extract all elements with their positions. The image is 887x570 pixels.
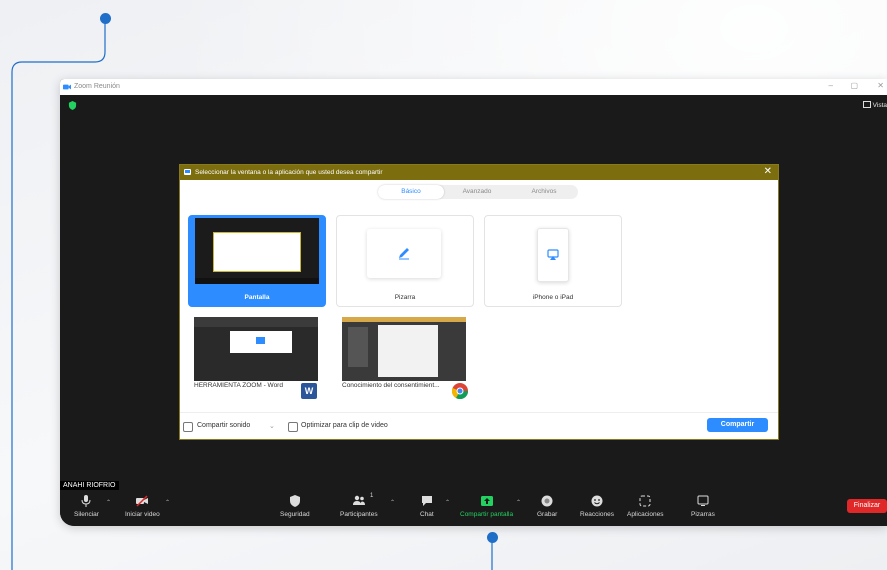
share-options-caret[interactable]: ⌃	[516, 499, 521, 506]
pen-icon	[399, 248, 409, 260]
chrome-page	[378, 325, 438, 377]
word-app-icon: W	[301, 383, 317, 399]
security-label: Seguridad	[280, 511, 310, 518]
participant-name-badge: ANAHI RIOFRIO	[60, 481, 119, 490]
airplay-icon	[547, 249, 559, 260]
share-tile-whiteboard[interactable]: Pizarra	[336, 215, 474, 307]
participants-label: Participantes	[340, 511, 378, 518]
encryption-shield-icon[interactable]	[68, 101, 77, 110]
zoom-logo-in-doc	[256, 337, 265, 344]
share-sound-checkbox[interactable]	[183, 422, 193, 432]
dialog-header: Seleccionar la ventana o la aplicación q…	[180, 165, 778, 180]
share-tile-iphone-ipad[interactable]: iPhone o iPad	[484, 215, 622, 307]
start-video-button[interactable]: Iniciar video	[125, 495, 160, 518]
screen-thumbnail	[195, 218, 319, 284]
participants-count: 1	[370, 493, 374, 499]
chrome-thumbnail	[342, 317, 466, 381]
window-titlebar: Zoom Reunión – ▢ ✕	[60, 79, 887, 95]
video-off-icon	[136, 495, 149, 507]
share-screen-icon	[480, 496, 493, 506]
end-meeting-button[interactable]: Finalizar	[847, 499, 887, 513]
meeting-toolbar: Silenciar ⌃ Iniciar video ⌃ Seguridad Pa…	[60, 490, 887, 526]
minimize-button[interactable]: –	[829, 81, 833, 90]
reactions-button[interactable]: Reacciones	[580, 495, 614, 518]
mute-button[interactable]: Silenciar	[74, 495, 99, 518]
record-button[interactable]: Grabar	[537, 495, 557, 518]
mute-label: Silenciar	[74, 511, 99, 518]
chat-button[interactable]: Chat	[420, 495, 434, 518]
connector-dot-bottom	[487, 532, 498, 543]
zoom-logo-icon	[63, 84, 71, 90]
word-ribbon	[194, 317, 318, 327]
participants-options-caret[interactable]: ⌃	[390, 499, 395, 506]
optimize-video-label: Optimizar para clip de video	[301, 422, 388, 429]
share-screen-label: Compartir pantalla	[460, 511, 514, 518]
view-label: Vista	[872, 102, 887, 109]
optimize-video-checkbox[interactable]	[288, 422, 298, 432]
participants-icon	[352, 495, 365, 505]
share-tile-chrome-window[interactable]: Conocimiento del consentimient...	[336, 315, 472, 405]
thumbnail-screen-dialog	[213, 232, 301, 272]
chrome-sidebar	[348, 327, 368, 367]
reactions-icon	[591, 495, 603, 507]
tile-label-screen: Pantalla	[244, 294, 270, 301]
share-dialog: Seleccionar la ventana o la aplicación q…	[179, 164, 779, 440]
tab-archivos[interactable]: Archivos	[510, 185, 578, 199]
view-button[interactable]: Vista	[862, 101, 887, 109]
grid-icon	[862, 101, 871, 108]
share-sound-dropdown-icon[interactable]: ⌄	[269, 422, 275, 430]
chat-options-caret[interactable]: ⌃	[445, 499, 450, 506]
whiteboard-card	[367, 229, 441, 278]
tab-basico[interactable]: Básico	[378, 185, 444, 199]
share-screen-button[interactable]: Compartir pantalla	[460, 495, 513, 518]
close-window-button[interactable]: ✕	[877, 81, 884, 90]
share-button[interactable]: Compartir	[707, 418, 768, 432]
phone-card	[537, 228, 569, 282]
apps-button[interactable]: Aplicaciones	[627, 495, 664, 518]
share-tabs: Básico Avanzado Archivos	[378, 185, 578, 199]
tile-label-whiteboard: Pizarra	[394, 294, 416, 301]
audio-options-caret[interactable]: ⌃	[106, 499, 111, 506]
microphone-icon	[81, 495, 91, 507]
thumbnail-toolbar	[195, 278, 319, 284]
apps-icon	[639, 495, 651, 507]
dialog-close-button[interactable]: ✕	[764, 166, 772, 177]
word-thumbnail	[194, 317, 318, 381]
share-window-icon	[184, 169, 191, 175]
security-button[interactable]: Seguridad	[280, 495, 310, 518]
start-video-label: Iniciar video	[125, 511, 160, 518]
video-options-caret[interactable]: ⌃	[165, 499, 170, 506]
chat-icon	[421, 496, 432, 506]
maximize-button[interactable]: ▢	[850, 81, 858, 90]
dialog-title: Seleccionar la ventana o la aplicación q…	[195, 169, 383, 176]
share-sound-label: Compartir sonido	[197, 422, 251, 429]
chat-label: Chat	[420, 511, 434, 518]
whiteboards-button[interactable]: Pizarras	[691, 495, 715, 518]
reactions-label: Reacciones	[580, 511, 614, 518]
tab-avanzado[interactable]: Avanzado	[444, 185, 510, 199]
tile-label-iphone-ipad: iPhone o iPad	[532, 294, 574, 301]
shield-icon	[289, 495, 300, 507]
record-icon	[541, 495, 553, 507]
apps-label: Aplicaciones	[627, 511, 664, 518]
connector-dot-top	[100, 13, 111, 24]
record-label: Grabar	[537, 511, 558, 518]
window-title: Zoom Reunión	[74, 83, 120, 90]
share-tile-screen[interactable]: Pantalla	[188, 215, 326, 307]
word-page	[230, 331, 292, 353]
share-tile-word-window[interactable]: HERRAMIENTA ZOOM - Word W	[188, 315, 324, 405]
whiteboards-label: Pizarras	[691, 511, 715, 518]
dialog-footer: Compartir sonido ⌄ Optimizar para clip d…	[180, 412, 778, 439]
chrome-app-icon	[452, 383, 468, 399]
chrome-tabbar	[342, 317, 466, 322]
zoom-meeting-window: Zoom Reunión – ▢ ✕ Vista Seleccionar la …	[60, 79, 887, 526]
whiteboard-icon	[697, 495, 709, 506]
